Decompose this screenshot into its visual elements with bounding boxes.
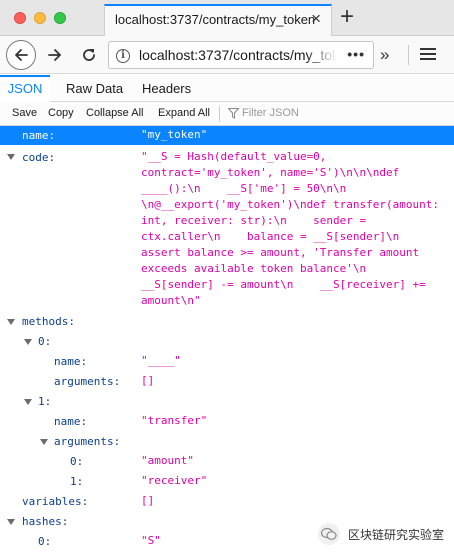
expand-toggle-icon[interactable]: [7, 319, 15, 325]
toolbar-divider: [408, 45, 409, 65]
tree-value: "receiver": [141, 474, 208, 487]
watermark: 区块链研究实验室: [318, 522, 444, 546]
new-tab-button[interactable]: +: [340, 4, 354, 30]
tree-key: 0:: [38, 535, 52, 548]
browser-tab[interactable]: localhost:3737/contracts/my_token ×: [104, 4, 332, 36]
tree-row-argument-0[interactable]: 0: "amount": [0, 453, 454, 471]
tree-key: variables:: [22, 495, 89, 508]
tree-key: name:: [54, 415, 88, 428]
tab-raw-data[interactable]: Raw Data: [66, 75, 123, 102]
close-window-button[interactable]: [14, 12, 26, 24]
url-fade: [305, 44, 337, 66]
tree-value: []: [141, 374, 155, 387]
tree-key: arguments:: [54, 375, 121, 388]
tree-key: code:: [22, 151, 56, 164]
collapse-all-button[interactable]: Collapse All: [86, 107, 143, 119]
info-icon[interactable]: i: [116, 49, 130, 63]
filter-json-input[interactable]: Filter JSON: [242, 107, 299, 119]
expand-toggle-icon[interactable]: [40, 439, 48, 445]
toolbar-divider: [219, 106, 220, 122]
tree-key: hashes:: [22, 515, 69, 528]
title-bar: localhost:3737/contracts/my_token × +: [0, 0, 454, 36]
json-tree: name: "my_token" code: "__S = Hash(defau…: [0, 126, 454, 552]
tree-row-method-1-name[interactable]: name: "transfer": [0, 413, 454, 431]
reload-button[interactable]: [74, 40, 104, 70]
tree-row-methods[interactable]: methods:: [0, 313, 454, 331]
json-viewer-toolbar: Save Copy Collapse All Expand All Filter…: [0, 102, 454, 126]
tree-key: arguments:: [54, 435, 121, 448]
copy-button[interactable]: Copy: [48, 107, 74, 119]
forward-button[interactable]: [40, 40, 70, 70]
tab-title: localhost:3737/contracts/my_token: [115, 12, 316, 27]
wechat-logo-icon: [318, 523, 340, 545]
overflow-menu-button[interactable]: »: [380, 45, 389, 65]
hamburger-menu-icon[interactable]: [420, 48, 436, 62]
tree-value: "transfer": [141, 414, 208, 427]
tree-row-method-1-arguments[interactable]: arguments:: [0, 433, 454, 451]
expand-toggle-icon[interactable]: [24, 339, 32, 345]
minimize-window-button[interactable]: [34, 12, 46, 24]
close-tab-icon[interactable]: ×: [311, 9, 321, 29]
tree-row-method-1[interactable]: 1:: [0, 393, 454, 411]
tree-row-method-0-name[interactable]: name: "____": [0, 353, 454, 371]
watermark-text: 区块链研究实验室: [348, 527, 445, 542]
tab-headers[interactable]: Headers: [142, 75, 191, 102]
tree-key: 0:: [70, 455, 84, 468]
save-button[interactable]: Save: [12, 107, 37, 119]
tree-value: "__S = Hash(default_value=0, contract='m…: [141, 150, 440, 307]
tree-row-argument-1[interactable]: 1: "receiver": [0, 473, 454, 491]
tree-key: 1:: [70, 475, 84, 488]
tree-key: 0:: [38, 335, 52, 348]
tree-key: name:: [22, 129, 56, 142]
tree-key: name:: [54, 355, 88, 368]
tree-value: "my_token": [141, 128, 208, 141]
tree-value: "____": [141, 354, 181, 367]
expand-toggle-icon[interactable]: [7, 154, 15, 160]
zoom-window-button[interactable]: [54, 12, 66, 24]
json-viewer-tabs: JSON Raw Data Headers: [0, 75, 454, 102]
navigation-toolbar: i localhost:3737/contracts/my_token ••• …: [0, 36, 454, 74]
arrow-left-icon: [15, 49, 28, 61]
tab-json[interactable]: JSON: [0, 75, 50, 102]
tree-row-method-0[interactable]: 0:: [0, 333, 454, 351]
tree-key: 1:: [38, 395, 52, 408]
expand-toggle-icon[interactable]: [24, 399, 32, 405]
expand-all-button[interactable]: Expand All: [158, 107, 210, 119]
filter-icon: [228, 108, 239, 119]
page-actions-button[interactable]: •••: [347, 46, 365, 62]
tree-row-name[interactable]: name: "my_token": [0, 126, 454, 145]
reload-icon: [83, 49, 95, 61]
tree-row-code[interactable]: code: "__S = Hash(default_value=0, contr…: [0, 148, 454, 308]
url-bar[interactable]: i localhost:3737/contracts/my_token •••: [108, 41, 374, 69]
arrow-right-icon: [48, 49, 61, 61]
tree-value: "amount": [141, 454, 194, 467]
tree-value: []: [141, 494, 155, 507]
tree-row-variables[interactable]: variables: []: [0, 493, 454, 511]
back-button[interactable]: [6, 40, 36, 70]
tree-key: methods:: [22, 315, 75, 328]
expand-toggle-icon[interactable]: [7, 519, 15, 525]
tree-row-method-0-arguments[interactable]: arguments: []: [0, 373, 454, 391]
tree-value: "S": [141, 534, 161, 547]
